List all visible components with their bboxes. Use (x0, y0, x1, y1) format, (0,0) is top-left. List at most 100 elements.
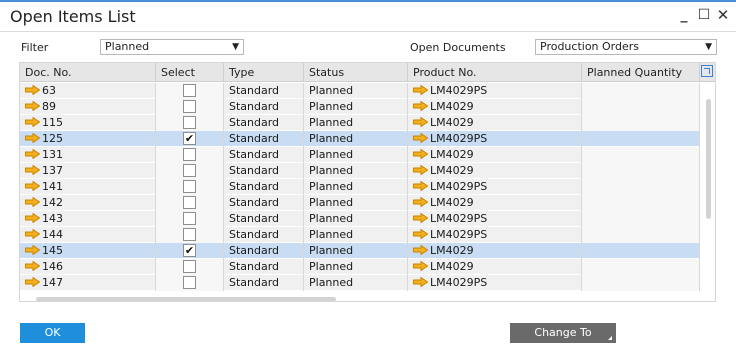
select-checkbox[interactable] (183, 100, 196, 113)
link-arrow-icon[interactable] (25, 149, 40, 159)
link-arrow-icon[interactable] (413, 149, 428, 159)
table-row[interactable]: 142 Standard Planned LM4029 (20, 195, 700, 211)
link-arrow-icon[interactable] (413, 117, 428, 127)
link-arrow-icon[interactable] (25, 181, 40, 191)
link-arrow-icon[interactable] (413, 165, 428, 175)
close-icon[interactable]: ✕ (714, 6, 732, 24)
select-cell: ✔ (156, 243, 224, 259)
horizontal-scrollbar[interactable] (36, 297, 336, 301)
column-header-product-no[interactable]: Product No. (408, 63, 582, 82)
product-no: LM4029 (430, 164, 474, 177)
select-cell (156, 99, 224, 115)
table-row[interactable]: 144 Standard Planned LM4029PS (20, 227, 700, 243)
planned-quantity-cell (582, 99, 700, 115)
status-cell: Planned (304, 115, 408, 131)
select-checkbox[interactable] (183, 212, 196, 225)
link-arrow-icon[interactable] (25, 213, 40, 223)
column-header-planned-quantity[interactable]: Planned Quantity (582, 63, 700, 82)
select-cell (156, 179, 224, 195)
link-arrow-icon[interactable] (413, 133, 428, 143)
table-row[interactable]: 143 Standard Planned LM4029PS (20, 211, 700, 227)
link-arrow-icon[interactable] (25, 133, 40, 143)
product-no-cell: LM4029 (408, 243, 582, 259)
filter-dropdown[interactable]: Planned ▼ (100, 39, 244, 55)
table-row[interactable]: 131 Standard Planned LM4029 (20, 147, 700, 163)
open-documents-label: Open Documents (410, 41, 506, 54)
link-arrow-icon[interactable] (413, 85, 428, 95)
planned-quantity-cell (582, 147, 700, 163)
doc-no-cell: 125 (20, 131, 156, 147)
vertical-scrollbar[interactable] (706, 99, 711, 219)
select-checkbox[interactable] (183, 164, 196, 177)
column-header-status[interactable]: Status (304, 63, 408, 82)
table-row[interactable]: 89 Standard Planned LM4029 (20, 99, 700, 115)
link-arrow-icon[interactable] (413, 181, 428, 191)
doc-no: 147 (42, 276, 63, 289)
link-arrow-icon[interactable] (413, 213, 428, 223)
doc-no: 142 (42, 196, 63, 209)
product-no-cell: LM4029 (408, 163, 582, 179)
link-arrow-icon[interactable] (413, 229, 428, 239)
link-arrow-icon[interactable] (25, 229, 40, 239)
planned-quantity-cell (582, 211, 700, 227)
column-header-doc-no[interactable]: Doc. No. (20, 63, 156, 82)
table-row[interactable]: 146 Standard Planned LM4029 (20, 259, 700, 275)
planned-quantity-cell (582, 275, 700, 291)
link-arrow-icon[interactable] (25, 165, 40, 175)
expand-icon[interactable] (701, 65, 713, 77)
link-arrow-icon[interactable] (25, 261, 40, 271)
table-row[interactable]: 147 Standard Planned LM4029PS (20, 275, 700, 291)
select-checkbox[interactable] (183, 260, 196, 273)
link-arrow-icon[interactable] (413, 261, 428, 271)
change-to-button[interactable]: Change To (510, 323, 616, 343)
select-checkbox[interactable] (183, 148, 196, 161)
select-checkbox[interactable] (183, 180, 196, 193)
select-checkbox[interactable] (183, 196, 196, 209)
link-arrow-icon[interactable] (25, 197, 40, 207)
select-checkbox[interactable] (183, 84, 196, 97)
type-cell: Standard (224, 99, 304, 115)
maximize-icon[interactable]: ☐ (695, 6, 713, 24)
product-no-cell: LM4029 (408, 195, 582, 211)
table-row[interactable]: 115 Standard Planned LM4029 (20, 115, 700, 131)
doc-no-cell: 147 (20, 275, 156, 291)
link-arrow-icon[interactable] (25, 117, 40, 127)
product-no: LM4029PS (430, 180, 488, 193)
select-checkbox[interactable] (183, 276, 196, 289)
doc-no-cell: 144 (20, 227, 156, 243)
table-row[interactable]: 125 ✔ Standard Planned LM4029PS (20, 131, 700, 147)
link-arrow-icon[interactable] (25, 85, 40, 95)
doc-no-cell: 131 (20, 147, 156, 163)
chevron-down-icon: ▼ (705, 42, 712, 52)
column-header-type[interactable]: Type (224, 63, 304, 82)
doc-no: 137 (42, 164, 63, 177)
link-arrow-icon[interactable] (413, 101, 428, 111)
select-checkbox[interactable] (183, 228, 196, 241)
status-cell: Planned (304, 211, 408, 227)
open-documents-value: Production Orders (540, 40, 640, 53)
doc-no: 143 (42, 212, 63, 225)
product-no: LM4029 (430, 196, 474, 209)
select-checkbox[interactable]: ✔ (183, 244, 196, 257)
product-no: LM4029PS (430, 228, 488, 241)
doc-no-cell: 63 (20, 83, 156, 99)
link-arrow-icon[interactable] (25, 101, 40, 111)
column-header-select[interactable]: Select (156, 63, 224, 82)
table-row[interactable]: 141 Standard Planned LM4029PS (20, 179, 700, 195)
ok-button[interactable]: OK (20, 323, 85, 343)
product-no-cell: LM4029 (408, 259, 582, 275)
link-arrow-icon[interactable] (25, 277, 40, 287)
planned-quantity-cell (582, 115, 700, 131)
product-no: LM4029 (430, 116, 474, 129)
link-arrow-icon[interactable] (413, 197, 428, 207)
open-documents-dropdown[interactable]: Production Orders ▼ (535, 39, 717, 55)
table-row[interactable]: 63 Standard Planned LM4029PS (20, 83, 700, 99)
link-arrow-icon[interactable] (413, 277, 428, 287)
link-arrow-icon[interactable] (413, 245, 428, 255)
link-arrow-icon[interactable] (25, 245, 40, 255)
select-checkbox[interactable] (183, 116, 196, 129)
select-checkbox[interactable]: ✔ (183, 132, 196, 145)
table-row[interactable]: 137 Standard Planned LM4029 (20, 163, 700, 179)
minimize-icon[interactable]: _ (675, 6, 693, 24)
table-row[interactable]: 145 ✔ Standard Planned LM4029 (20, 243, 700, 259)
